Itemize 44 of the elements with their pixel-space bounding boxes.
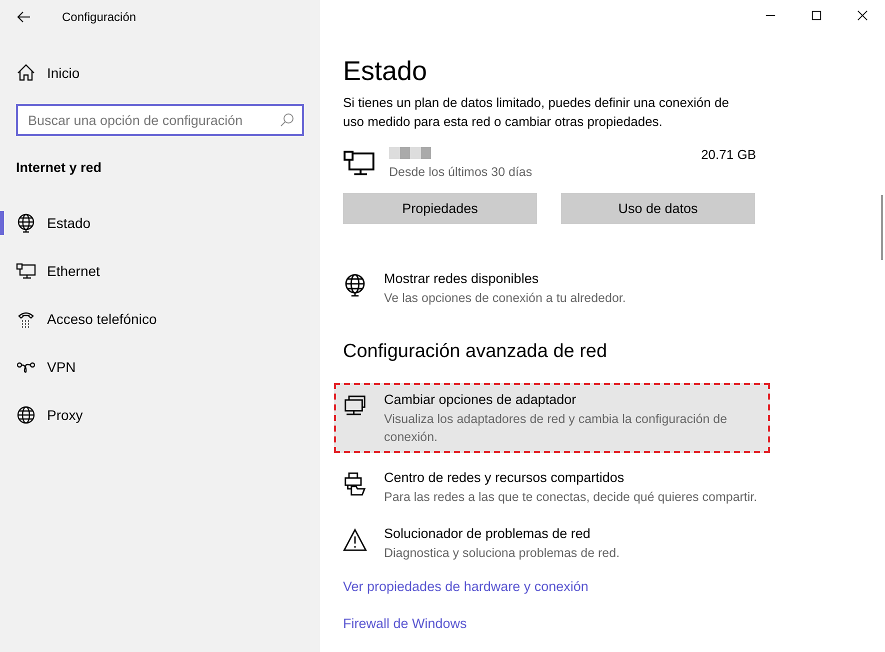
option-title: Solucionador de problemas de red xyxy=(384,525,592,543)
back-arrow-icon[interactable] xyxy=(17,10,31,22)
search-icon xyxy=(280,113,294,127)
status-icon xyxy=(16,213,36,233)
maximize-icon[interactable] xyxy=(811,10,822,21)
page-title: Estado xyxy=(343,56,428,87)
option-title: Mostrar redes disponibles xyxy=(384,270,540,288)
highlighted-option-row[interactable]: Cambiar opciones de adaptador Visualiza los adaptadores de red y cambia la configuración de conexión. xyxy=(334,383,770,453)
action-button[interactable]: Uso de datos xyxy=(561,193,755,224)
sidebar-item[interactable]: Acceso telefónico xyxy=(0,304,320,334)
redacted-network-name xyxy=(389,147,431,159)
window-title: Configuración xyxy=(62,10,136,24)
usage-period: Desde los últimos 30 días xyxy=(389,164,534,181)
option-description: Visualiza los adaptadores de red y cambia la configuración de conexión. xyxy=(384,411,728,446)
home-icon xyxy=(16,63,36,83)
printer-folder-icon xyxy=(343,472,367,496)
option-description: Para las redes a las que te conectas, decide qué quieres compartir. xyxy=(384,489,758,506)
data-usage: 20.71 GB xyxy=(701,147,756,164)
sidebar-item[interactable]: VPN xyxy=(0,352,320,382)
proxy-icon xyxy=(16,405,36,425)
option-row[interactable]: Solucionador de problemas de red Diagnostica y soluciona problemas de red. xyxy=(343,519,763,567)
ethernet-icon xyxy=(16,261,36,281)
section-title: Configuración avanzada de red xyxy=(343,341,608,363)
close-icon[interactable] xyxy=(857,10,868,21)
section-heading: Internet y red xyxy=(15,160,103,175)
option-description: Diagnostica y soluciona problemas de red. xyxy=(384,545,620,562)
sidebar-item[interactable]: Estado xyxy=(0,208,320,238)
search-field[interactable]: Buscar una opción de configuración xyxy=(16,104,304,136)
globe-icon xyxy=(343,273,367,297)
intro-text: Si tienes un plan de datos limitado, puedes definir una conexión de uso medido para esta red o cambiar otras propiedades. xyxy=(343,94,730,131)
option-row[interactable]: Mostrar redes disponibles Ve las opciones de conexión a tu alrededor. xyxy=(343,264,763,312)
option-description: Ve las opciones de conexión a tu alrededor. xyxy=(384,290,626,307)
option-title: Centro de redes y recursos compartidos xyxy=(384,469,626,487)
sidebar-item[interactable]: Ethernet xyxy=(0,256,320,286)
home-nav-item[interactable]: Inicio xyxy=(0,58,320,88)
link[interactable]: Ver propiedades de hardware y conexión xyxy=(343,579,588,594)
option-title: Cambiar opciones de adaptador xyxy=(384,391,578,409)
monitor-icon xyxy=(343,394,367,418)
action-button[interactable]: Propiedades xyxy=(343,193,537,224)
scrollbar[interactable] xyxy=(881,195,883,260)
warning-icon xyxy=(343,528,367,552)
link[interactable]: Firewall de Windows xyxy=(343,616,467,631)
option-row[interactable]: Centro de redes y recursos compartidos Para las redes a las que te conectas, decide qué quieres compartir. xyxy=(343,463,763,511)
sidebar-item[interactable]: Proxy xyxy=(0,400,320,430)
